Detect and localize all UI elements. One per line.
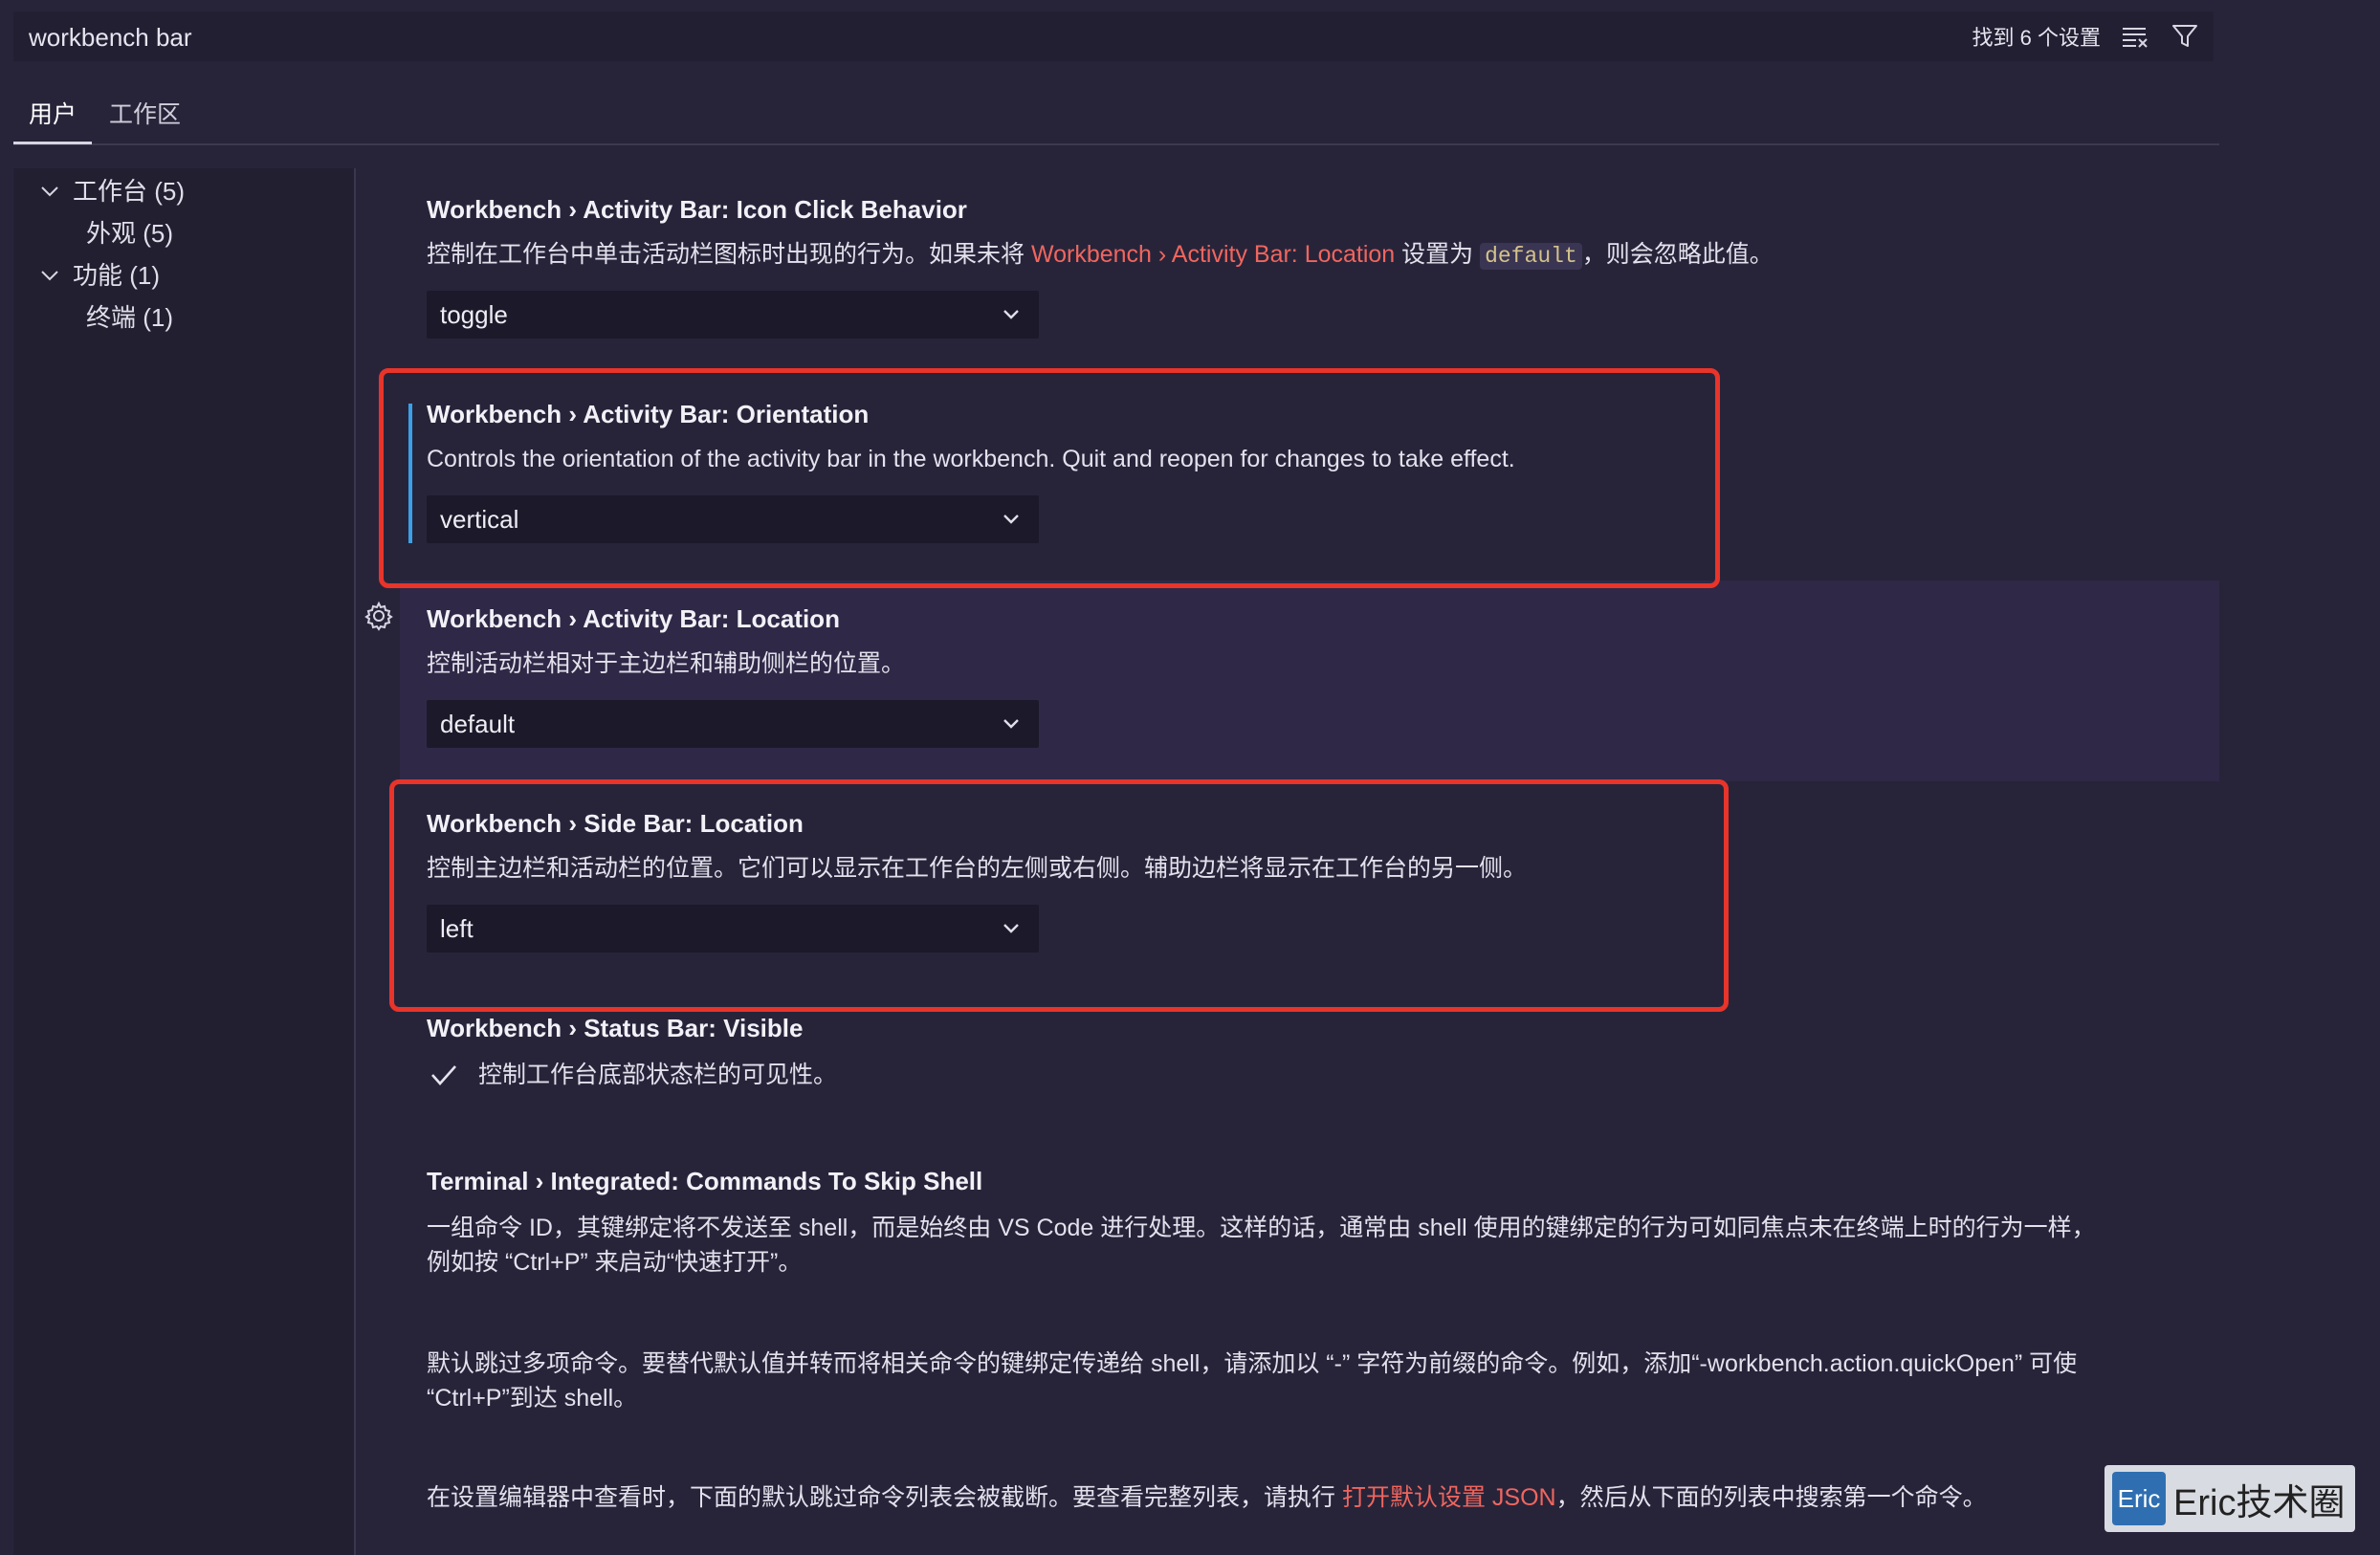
watermark-text: Eric技术圈 — [2173, 1482, 2346, 1523]
setting-title-orientation: Workbench › Activity Bar: Orientation — [427, 400, 870, 428]
orientation-select[interactable]: vertical — [427, 495, 1039, 543]
toc-item-label: 外观 (5) — [86, 219, 174, 248]
result-count: 找到 6 个设置 — [1972, 26, 2101, 50]
tab-user[interactable]: 用户 — [13, 96, 93, 144]
toc-item-label: 功能 (1) — [73, 261, 161, 290]
setting-title-side-bar-location: Workbench › Side Bar: Location — [427, 809, 804, 838]
setting-title-status-bar-visible: Workbench › Status Bar: Visible — [427, 1014, 804, 1042]
setting-desc-line: 一组命令 ID，其键绑定将不发送至 shell，而是始终由 VS Code 进行… — [427, 1215, 2096, 1241]
chevron-down-icon — [997, 710, 1025, 738]
watermark-logo: Eric — [2112, 1472, 2166, 1525]
toc-item-appearance[interactable]: 外观 (5) — [86, 216, 173, 251]
icon-click-behavior-select[interactable]: toggle — [427, 291, 1039, 339]
desc-text: 控制在工作台中单击活动栏图标时出现的行为。如果未将 — [427, 241, 1031, 268]
open-default-settings-json-link[interactable]: 打开默认设置 JSON — [1342, 1484, 1556, 1511]
desc-text: 在设置编辑器中查看时，下面的默认跳过命令列表会被截断。要查看完整列表，请执行 — [427, 1484, 1342, 1511]
setting-desc-side-bar-location: 控制主边栏和活动栏的位置。它们可以显示在工作台的左侧或右侧。辅助边栏将显示在工作… — [427, 855, 1528, 882]
desc-text: ，则会忽略此值。 — [1581, 241, 1774, 268]
select-value: toggle — [440, 300, 508, 329]
toc-item-terminal[interactable]: 终端 (1) — [86, 300, 173, 335]
toc-item-workbench[interactable]: 工作台 (5) — [34, 174, 185, 208]
select-value: left — [440, 914, 474, 943]
desc-text: ，然后从下面的列表中搜索第一个命令。 — [1555, 1484, 1987, 1511]
setting-title-activity-bar-location: Workbench › Activity Bar: Location — [427, 604, 840, 633]
setting-title-icon-click-behavior: Workbench › Activity Bar: Icon Click Beh… — [427, 195, 967, 224]
settings-scope-tabs: 用户 工作区 — [13, 88, 2219, 145]
gear-icon[interactable] — [364, 601, 394, 631]
setting-desc-line: “Ctrl+P”到达 shell。 — [427, 1385, 638, 1412]
setting-desc-line: 在设置编辑器中查看时，下面的默认跳过命令列表会被截断。要查看完整列表，请执行 打… — [427, 1480, 1987, 1515]
sidebar-sash[interactable] — [354, 168, 356, 1555]
inline-code-default: default — [1480, 243, 1582, 270]
settings-toc-sidebar: 工作台 (5) 外观 (5) 功能 (1) 终端 (1) — [13, 168, 354, 1555]
chevron-down-icon — [34, 269, 65, 282]
chevron-down-icon — [997, 300, 1025, 329]
setting-desc-activity-bar-location: 控制活动栏相对于主边栏和辅助侧栏的位置。 — [427, 650, 906, 677]
setting-title-commands-to-skip-shell: Terminal › Integrated: Commands To Skip … — [427, 1167, 983, 1195]
settings-search-bar: 找到 6 个设置 — [13, 11, 2214, 61]
select-value: default — [440, 710, 516, 738]
setting-desc-status-bar-visible: 控制工作台底部状态栏的可见性。 — [478, 1062, 838, 1088]
setting-desc-line: 默认跳过多项命令。要替代默认值并转而将相关命令的键绑定传递给 shell，请添加… — [427, 1350, 2078, 1377]
search-actions: 找到 6 个设置 — [1972, 21, 2200, 52]
select-value: vertical — [440, 505, 519, 534]
modified-indicator — [408, 404, 412, 543]
setting-desc-line: 例如按 “Ctrl+P” 来启动“快速打开”。 — [427, 1249, 803, 1276]
toc-item-label: 终端 (1) — [86, 303, 174, 332]
setting-desc-orientation: Controls the orientation of the activity… — [427, 446, 1515, 472]
activity-bar-location-select[interactable]: default — [427, 700, 1039, 748]
setting-desc-icon-click-behavior: 控制在工作台中单击活动栏图标时出现的行为。如果未将 Workbench › Ac… — [427, 237, 1774, 274]
chevron-down-icon — [34, 185, 65, 198]
status-bar-visible-checkbox[interactable] — [427, 1058, 461, 1092]
desc-text: 设置为 — [1395, 241, 1481, 268]
filter-icon[interactable] — [2170, 21, 2200, 52]
settings-search-input[interactable] — [27, 21, 1752, 54]
chevron-down-icon — [997, 505, 1025, 534]
chevron-down-icon — [997, 914, 1025, 943]
side-bar-location-select[interactable]: left — [427, 905, 1039, 953]
setting-link-activity-bar-location[interactable]: Workbench › Activity Bar: Location — [1031, 241, 1395, 268]
clear-filter-icon[interactable] — [2120, 21, 2150, 52]
toc-item-label: 工作台 (5) — [73, 177, 186, 206]
tab-workspace[interactable]: 工作区 — [94, 96, 196, 142]
watermark: Eric Eric技术圈 — [2105, 1465, 2355, 1532]
toc-item-features[interactable]: 功能 (1) — [34, 258, 160, 293]
